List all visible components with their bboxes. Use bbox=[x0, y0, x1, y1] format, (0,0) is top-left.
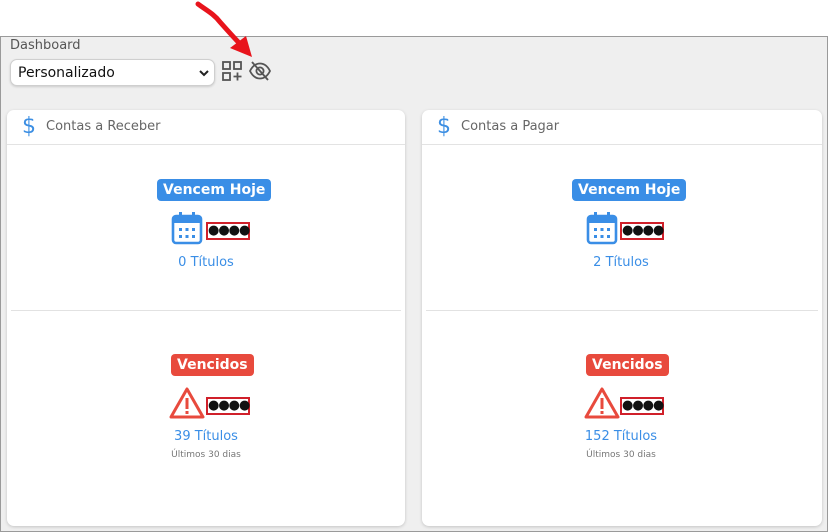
overdue-badge: Vencidos bbox=[586, 354, 669, 376]
page-title: Dashboard bbox=[10, 38, 81, 53]
dollar-icon: $ bbox=[437, 114, 451, 139]
overdue-count-link[interactable]: 152 Títulos bbox=[521, 429, 721, 444]
period-note: Últimos 30 dias bbox=[171, 450, 241, 460]
add-widget-icon[interactable] bbox=[222, 61, 242, 81]
due-today-count-link[interactable]: 0 Títulos bbox=[106, 255, 306, 270]
card-contas-a-pagar: $ Contas a Pagar Vencem Hoje ●●●● 2 Títu… bbox=[422, 110, 822, 526]
warning-icon bbox=[169, 387, 205, 419]
period-note: Últimos 30 dias bbox=[586, 450, 656, 460]
dashboard-select-value: Personalizado bbox=[18, 65, 115, 81]
card-title: Contas a Pagar bbox=[461, 119, 560, 134]
warning-icon bbox=[584, 387, 620, 419]
masked-value: ●●●● bbox=[620, 222, 664, 240]
dashboard-select[interactable]: Personalizado bbox=[10, 59, 215, 86]
card-contas-a-receber: $ Contas a Receber Vencem Hoje ●●●● 0 Tí… bbox=[7, 110, 405, 526]
divider bbox=[11, 310, 401, 311]
calendar-icon bbox=[171, 212, 203, 245]
dollar-icon: $ bbox=[22, 114, 36, 139]
card-header: $ Contas a Pagar bbox=[422, 110, 822, 145]
due-today-badge: Vencem Hoje bbox=[157, 179, 272, 201]
card-title: Contas a Receber bbox=[46, 119, 161, 134]
eye-slash-icon[interactable] bbox=[248, 60, 272, 82]
calendar-icon bbox=[586, 212, 618, 245]
masked-value: ●●●● bbox=[620, 397, 664, 415]
due-today-badge: Vencem Hoje bbox=[572, 179, 687, 201]
masked-value: ●●●● bbox=[206, 397, 250, 415]
top-margin bbox=[0, 0, 828, 36]
due-today-count-link[interactable]: 2 Títulos bbox=[521, 255, 721, 270]
divider bbox=[426, 310, 818, 311]
chevron-down-icon bbox=[199, 70, 209, 77]
card-header: $ Contas a Receber bbox=[7, 110, 405, 145]
overdue-count-link[interactable]: 39 Títulos bbox=[106, 429, 306, 444]
masked-value: ●●●● bbox=[206, 222, 250, 240]
overdue-badge: Vencidos bbox=[171, 354, 254, 376]
